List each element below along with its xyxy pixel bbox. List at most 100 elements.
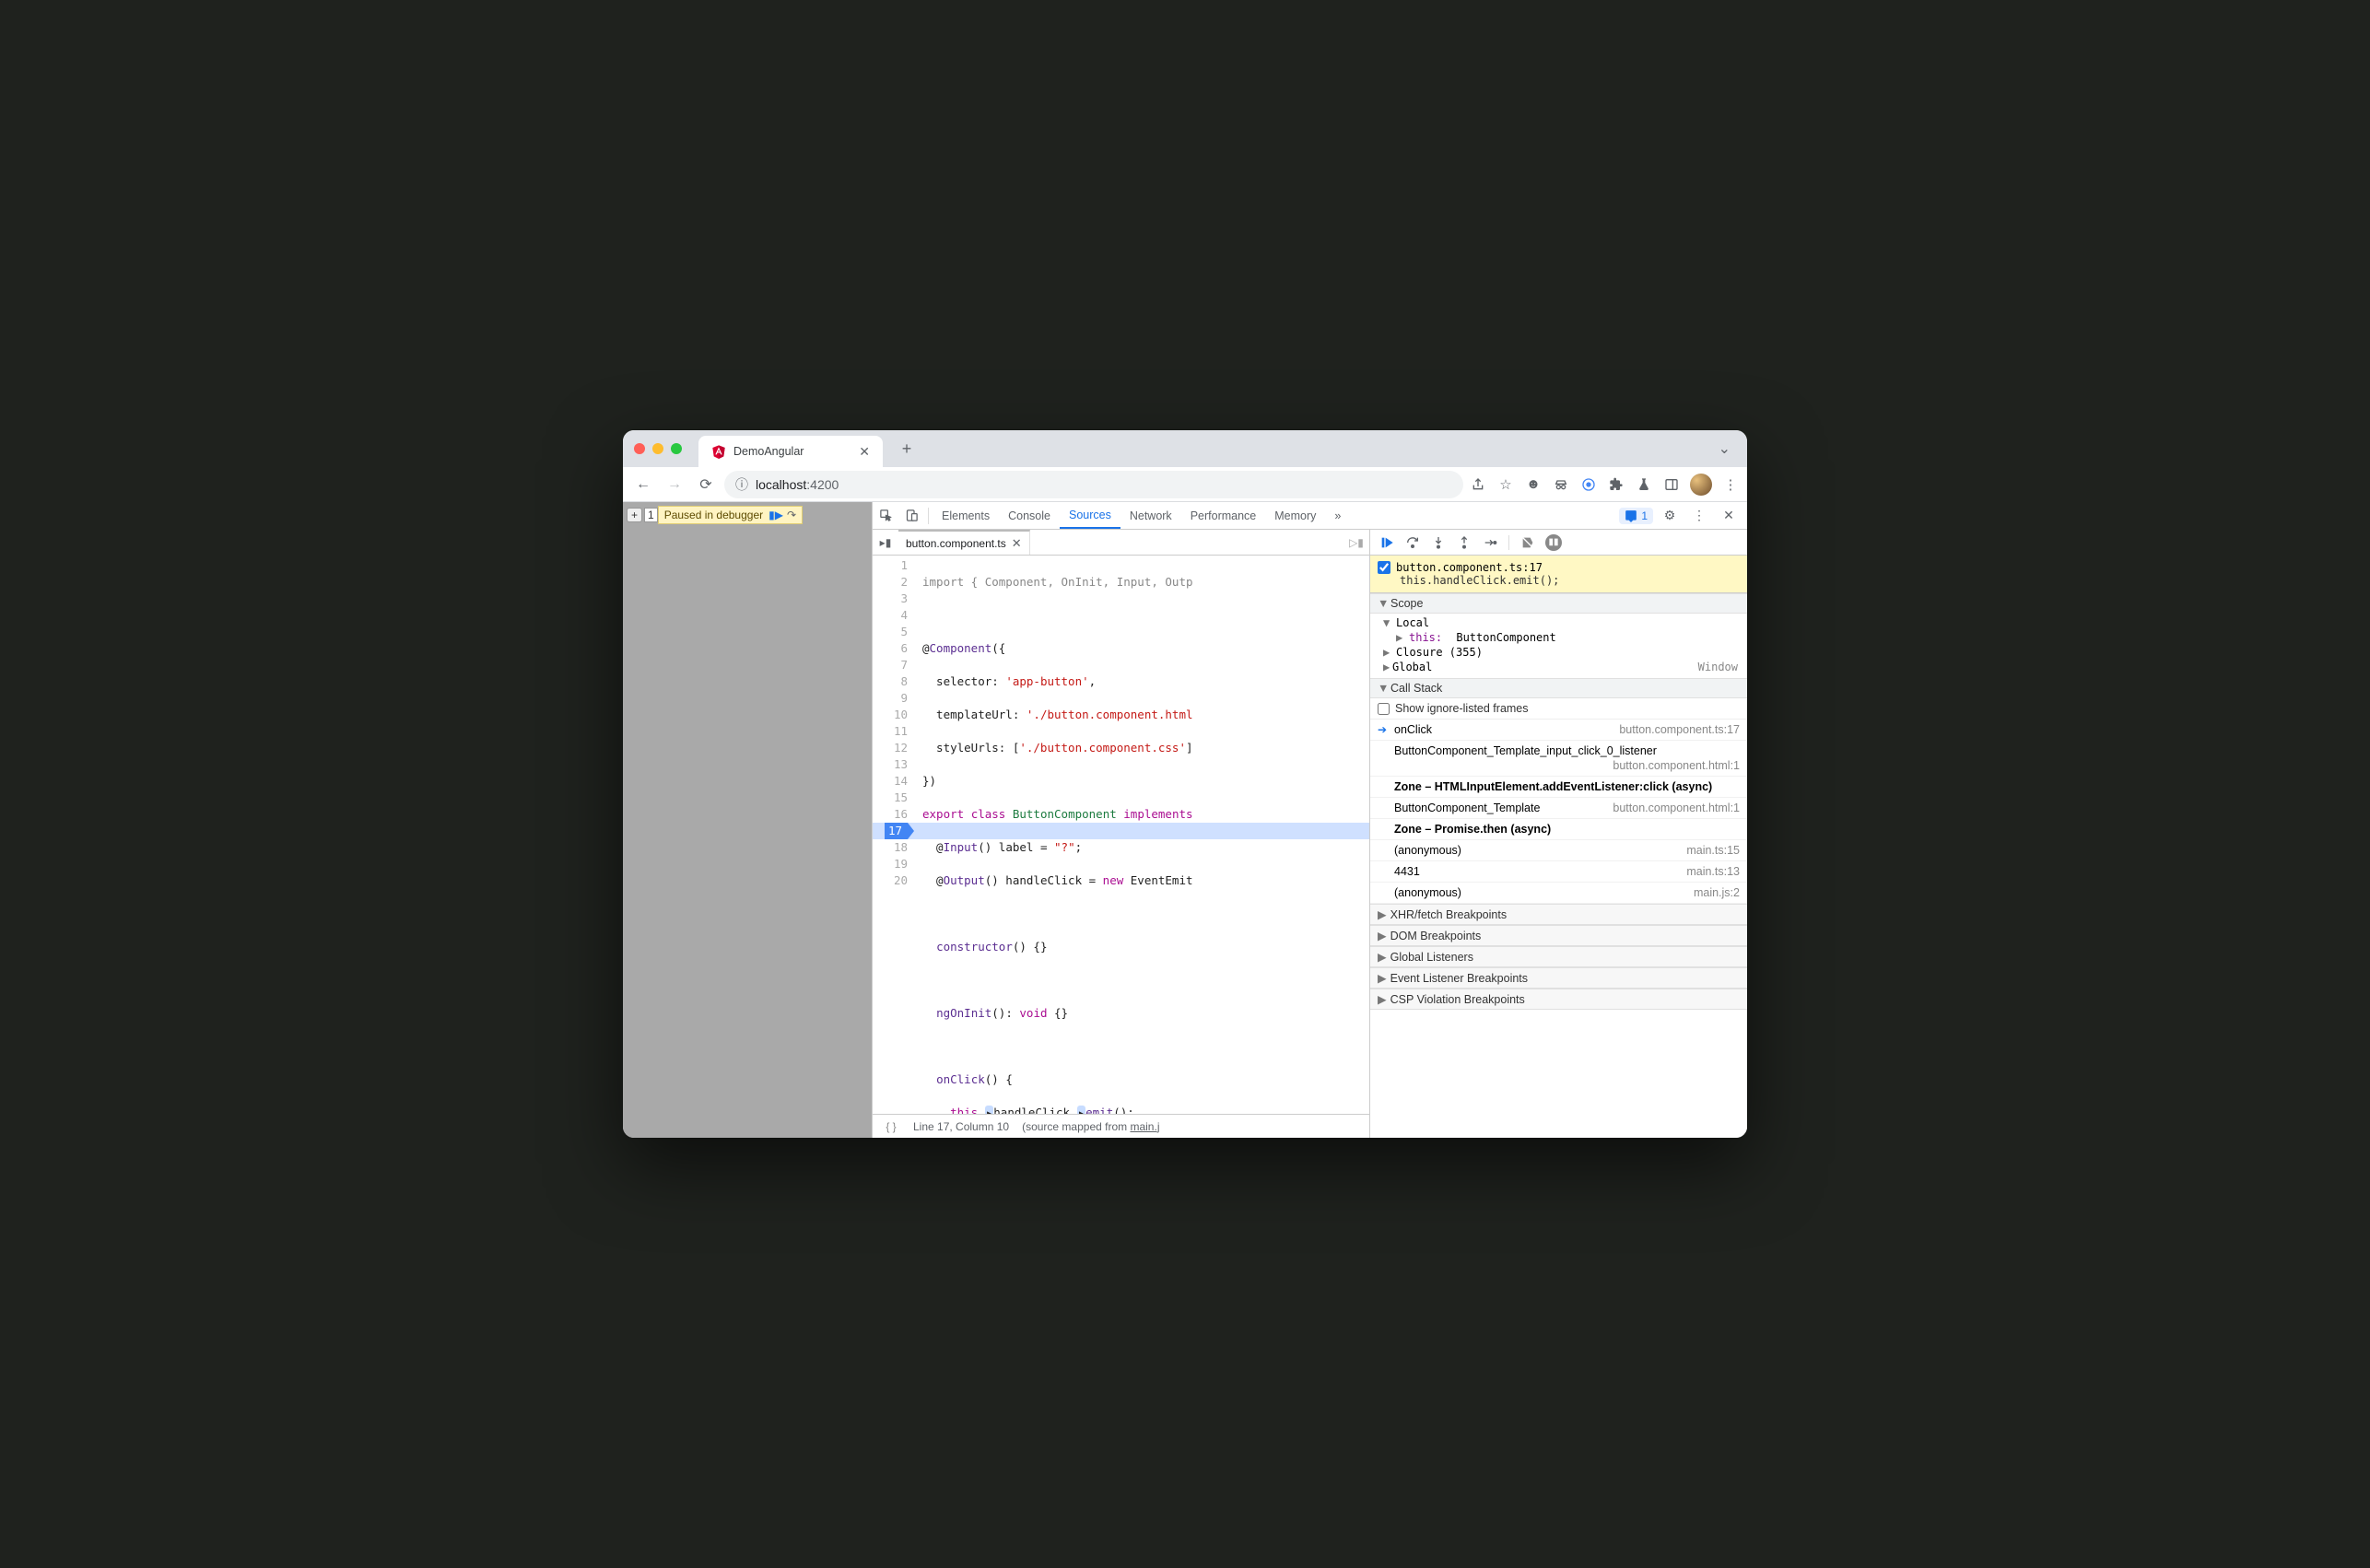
callstack-async-divider: Zone – HTMLInputElement.addEventListener… [1370,777,1747,798]
callstack-frame[interactable]: ButtonComponent_Template button.componen… [1370,798,1747,819]
show-ignore-label: Show ignore-listed frames [1395,702,1529,715]
file-tabbar: ▸▮ button.component.ts ✕ ▷▮ [873,530,1369,556]
nav-forward-button[interactable]: → [662,472,687,497]
callstack-header[interactable]: ▼Call Stack [1370,678,1747,698]
file-tab-label: button.component.ts [906,537,1006,550]
extension-eye-icon[interactable] [1579,475,1598,494]
scope-closure[interactable]: ▶Closure (355) [1370,645,1747,660]
paused-in-debugger-badge: Paused in debugger ▮▶ ↷ [658,506,803,524]
shortcut-count: 1 [644,508,658,522]
scope-this[interactable]: ▶this: ButtonComponent [1370,630,1747,645]
kebab-menu-icon[interactable]: ⋮ [1721,475,1740,494]
tab-more[interactable]: » [1325,502,1350,529]
tab-close-button[interactable]: ✕ [859,444,870,460]
navigator-toggle-icon[interactable]: ▸▮ [873,536,898,549]
side-panel-icon[interactable] [1662,475,1681,494]
reload-button[interactable]: ⟳ [693,472,719,497]
tab-elements[interactable]: Elements [933,502,999,529]
tab-performance[interactable]: Performance [1181,502,1266,529]
new-tab-button[interactable]: + [894,436,920,462]
content-area: + 1 Paused in debugger ▮▶ ↷ Elements Con… [623,502,1747,1138]
callstack-frame[interactable]: (anonymous) main.js:2 [1370,883,1747,904]
run-snippet-icon[interactable]: ▷▮ [1343,536,1369,549]
dom-breakpoints-header[interactable]: ▶DOM Breakpoints [1370,925,1747,946]
browser-tab[interactable]: DemoAngular ✕ [698,436,883,467]
maximize-window-button[interactable] [671,443,682,454]
issues-icon [1625,509,1637,522]
devtools-kebab-icon[interactable]: ⋮ [1686,508,1712,523]
code-editor[interactable]: 1234567891011121314151617181920 import {… [873,556,1369,1114]
show-ignore-listed-checkbox[interactable] [1378,703,1390,715]
editor-column: ▸▮ button.component.ts ✕ ▷▮ 123456789101… [873,530,1369,1138]
callstack-frame[interactable]: ➔onClick button.component.ts:17 [1370,720,1747,741]
tab-network[interactable]: Network [1120,502,1181,529]
window-titlebar: DemoAngular ✕ + ⌄ [623,430,1747,467]
xhr-breakpoints-header[interactable]: ▶XHR/fetch Breakpoints [1370,904,1747,925]
address-bar[interactable]: ⓘ localhost:4200 [724,471,1463,498]
show-ignore-listed-checkbox-row[interactable]: Show ignore-listed frames [1370,698,1747,720]
share-icon[interactable] [1469,475,1487,494]
scope-body: ▼Local ▶this: ButtonComponent ▶Closure (… [1370,614,1747,678]
global-listeners-header[interactable]: ▶Global Listeners [1370,946,1747,967]
line-gutter[interactable]: 1234567891011121314151617181920 [873,556,917,1114]
source-map-link[interactable]: main.j [1130,1120,1159,1133]
paused-controls: ▮▶ ↷ [768,509,796,521]
devtools-settings-icon[interactable]: ⚙ [1657,508,1683,523]
scope-header[interactable]: ▼Scope [1370,593,1747,614]
extensions-row: ☆ ☻ ⋮ [1469,474,1740,496]
event-listener-breakpoints-header[interactable]: ▶Event Listener Breakpoints [1370,967,1747,989]
tab-sources[interactable]: Sources [1060,502,1120,529]
callstack-frame[interactable]: 4431 main.ts:13 [1370,861,1747,883]
step-over-button[interactable] [1402,532,1424,554]
callstack-frame[interactable]: ButtonComponent_Template_input_click_0_l… [1370,741,1747,777]
extension-skull-icon[interactable]: ☻ [1524,475,1543,494]
device-toolbar-icon[interactable] [898,509,924,522]
minimize-window-button[interactable] [652,443,663,454]
devtools-tabbar: Elements Console Sources Network Perform… [873,502,1747,530]
pretty-print-button[interactable]: { } [882,1120,900,1133]
window-menu-chevron-icon[interactable]: ⌄ [1719,439,1736,458]
file-tab-button-component[interactable]: button.component.ts ✕ [898,530,1030,555]
tab-console[interactable]: Console [999,502,1060,529]
extensions-puzzle-icon[interactable] [1607,475,1625,494]
breakpoint-checkbox[interactable] [1378,561,1390,574]
extension-incognito-icon[interactable] [1552,475,1570,494]
inspect-element-icon[interactable] [873,509,898,522]
bookmark-star-icon[interactable]: ☆ [1496,475,1515,494]
extension-flask-icon[interactable] [1635,475,1653,494]
nav-back-button[interactable]: ← [630,472,656,497]
resume-button[interactable] [1376,532,1398,554]
file-tab-close-icon[interactable]: ✕ [1012,536,1022,551]
callstack-frame[interactable]: (anonymous) main.ts:15 [1370,840,1747,861]
browser-toolbar: ← → ⟳ ⓘ localhost:4200 ☆ ☻ ⋮ [623,467,1747,502]
overlay-resume-icon[interactable]: ▮▶ [768,509,783,521]
add-shortcut-button[interactable]: + [627,508,642,522]
profile-avatar[interactable] [1690,474,1712,496]
deactivate-breakpoints-button[interactable] [1517,532,1539,554]
callstack-async-divider: Zone – Promise.then (async) [1370,819,1747,840]
overlay-step-icon[interactable]: ↷ [787,509,796,521]
browser-window: DemoAngular ✕ + ⌄ ← → ⟳ ⓘ localhost:4200… [623,430,1747,1138]
site-info-icon[interactable]: ⓘ [735,475,748,494]
pause-on-exceptions-button[interactable]: ▮▮ [1543,532,1565,554]
cursor-position: Line 17, Column 10 [913,1120,1009,1133]
issues-count: 1 [1641,509,1648,522]
angular-favicon-icon [711,444,726,459]
traffic-lights [634,443,682,454]
devtools-close-icon[interactable]: ✕ [1716,508,1742,523]
scope-global[interactable]: ▶GlobalWindow [1370,660,1747,674]
source-mapped-text: (source mapped from main.j [1022,1120,1159,1133]
url-text: localhost:4200 [756,477,839,492]
page-viewport: + 1 Paused in debugger ▮▶ ↷ [623,502,872,1138]
step-out-button[interactable] [1453,532,1475,554]
tab-memory[interactable]: Memory [1265,502,1325,529]
scope-local[interactable]: ▼Local [1370,615,1747,630]
step-into-button[interactable] [1427,532,1449,554]
close-window-button[interactable] [634,443,645,454]
issues-badge[interactable]: 1 [1619,508,1653,524]
devtools-panel: Elements Console Sources Network Perform… [872,502,1747,1138]
paused-overlay: + 1 Paused in debugger ▮▶ ↷ [627,506,803,524]
csp-breakpoints-header[interactable]: ▶CSP Violation Breakpoints [1370,989,1747,1010]
step-button[interactable] [1479,532,1501,554]
breakpoint-file-label[interactable]: button.component.ts:17 [1396,561,1543,574]
